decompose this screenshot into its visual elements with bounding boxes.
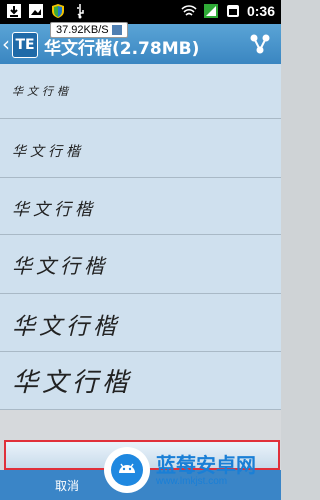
- preview-text: 华文行楷: [12, 368, 133, 398]
- back-arrow-icon[interactable]: ‹: [2, 32, 10, 56]
- font-preview-list: 华文行楷 华文行楷 华文行楷 华文行楷 华文行楷 华文行楷: [0, 64, 281, 410]
- network-speed-indicator: 37.92KB/S: [50, 22, 128, 38]
- speed-text: 37.92KB/S: [56, 24, 109, 36]
- usb-icon: [77, 4, 84, 19]
- status-right-icons: 0:36: [181, 3, 275, 19]
- app-bar: ‹ TE 华文行楷(2.78MB): [0, 24, 281, 64]
- preview-row[interactable]: 华文行楷: [0, 352, 281, 410]
- status-time: 0:36: [246, 3, 275, 19]
- app-logo-text: TE: [15, 37, 35, 53]
- preview-row[interactable]: 华文行楷: [0, 64, 281, 119]
- cancel-button[interactable]: 取消: [55, 477, 79, 494]
- preview-text: 华文行楷: [12, 254, 108, 278]
- preview-text: 华文行楷: [12, 200, 96, 220]
- photo-icon: [29, 4, 43, 18]
- download-icon: [7, 4, 21, 18]
- app-logo-icon: TE: [12, 32, 38, 58]
- preview-row[interactable]: 华文行楷: [0, 119, 281, 178]
- preview-row[interactable]: 华文行楷: [0, 235, 281, 294]
- speed-icon: [111, 25, 122, 35]
- share-icon[interactable]: [249, 33, 271, 55]
- watermark-title: 蓝莓安卓网: [156, 452, 256, 477]
- signal-icon: [203, 4, 218, 18]
- android-robot-icon: [111, 454, 143, 486]
- wifi-icon: [181, 5, 197, 16]
- watermark-url: www.lmkjst.com: [156, 475, 228, 487]
- status-left-icons: [6, 3, 88, 19]
- android-logo-icon: [104, 447, 150, 493]
- preview-row[interactable]: 华文行楷: [0, 178, 281, 235]
- watermark: 蓝莓安卓网 www.lmkjst.com: [100, 440, 281, 500]
- preview-row[interactable]: 华文行楷: [0, 294, 281, 352]
- status-bar: 0:36: [0, 0, 281, 24]
- preview-text: 华文行楷: [12, 144, 84, 160]
- preview-text: 华文行楷: [12, 314, 120, 340]
- battery-icon: [226, 5, 239, 17]
- preview-text: 华文行楷: [12, 85, 72, 98]
- shield-icon: [52, 4, 64, 18]
